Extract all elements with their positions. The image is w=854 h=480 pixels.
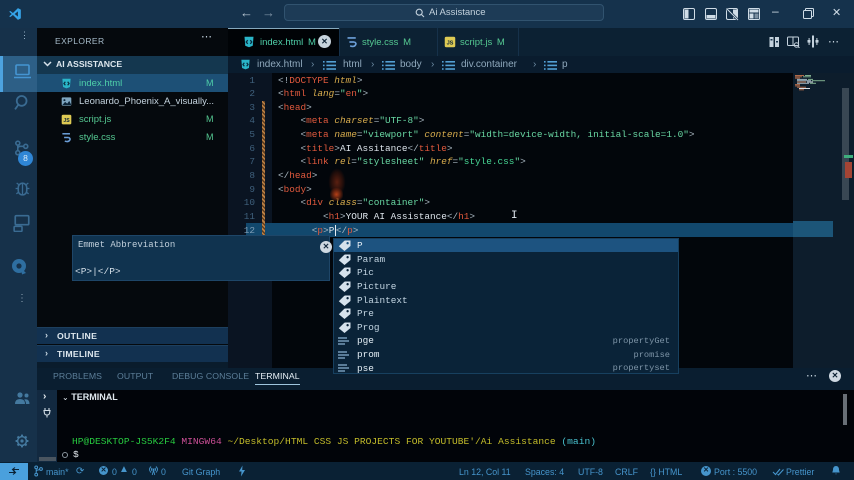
svg-text:JS: JS: [63, 118, 70, 124]
svg-text:JS: JS: [447, 41, 454, 47]
